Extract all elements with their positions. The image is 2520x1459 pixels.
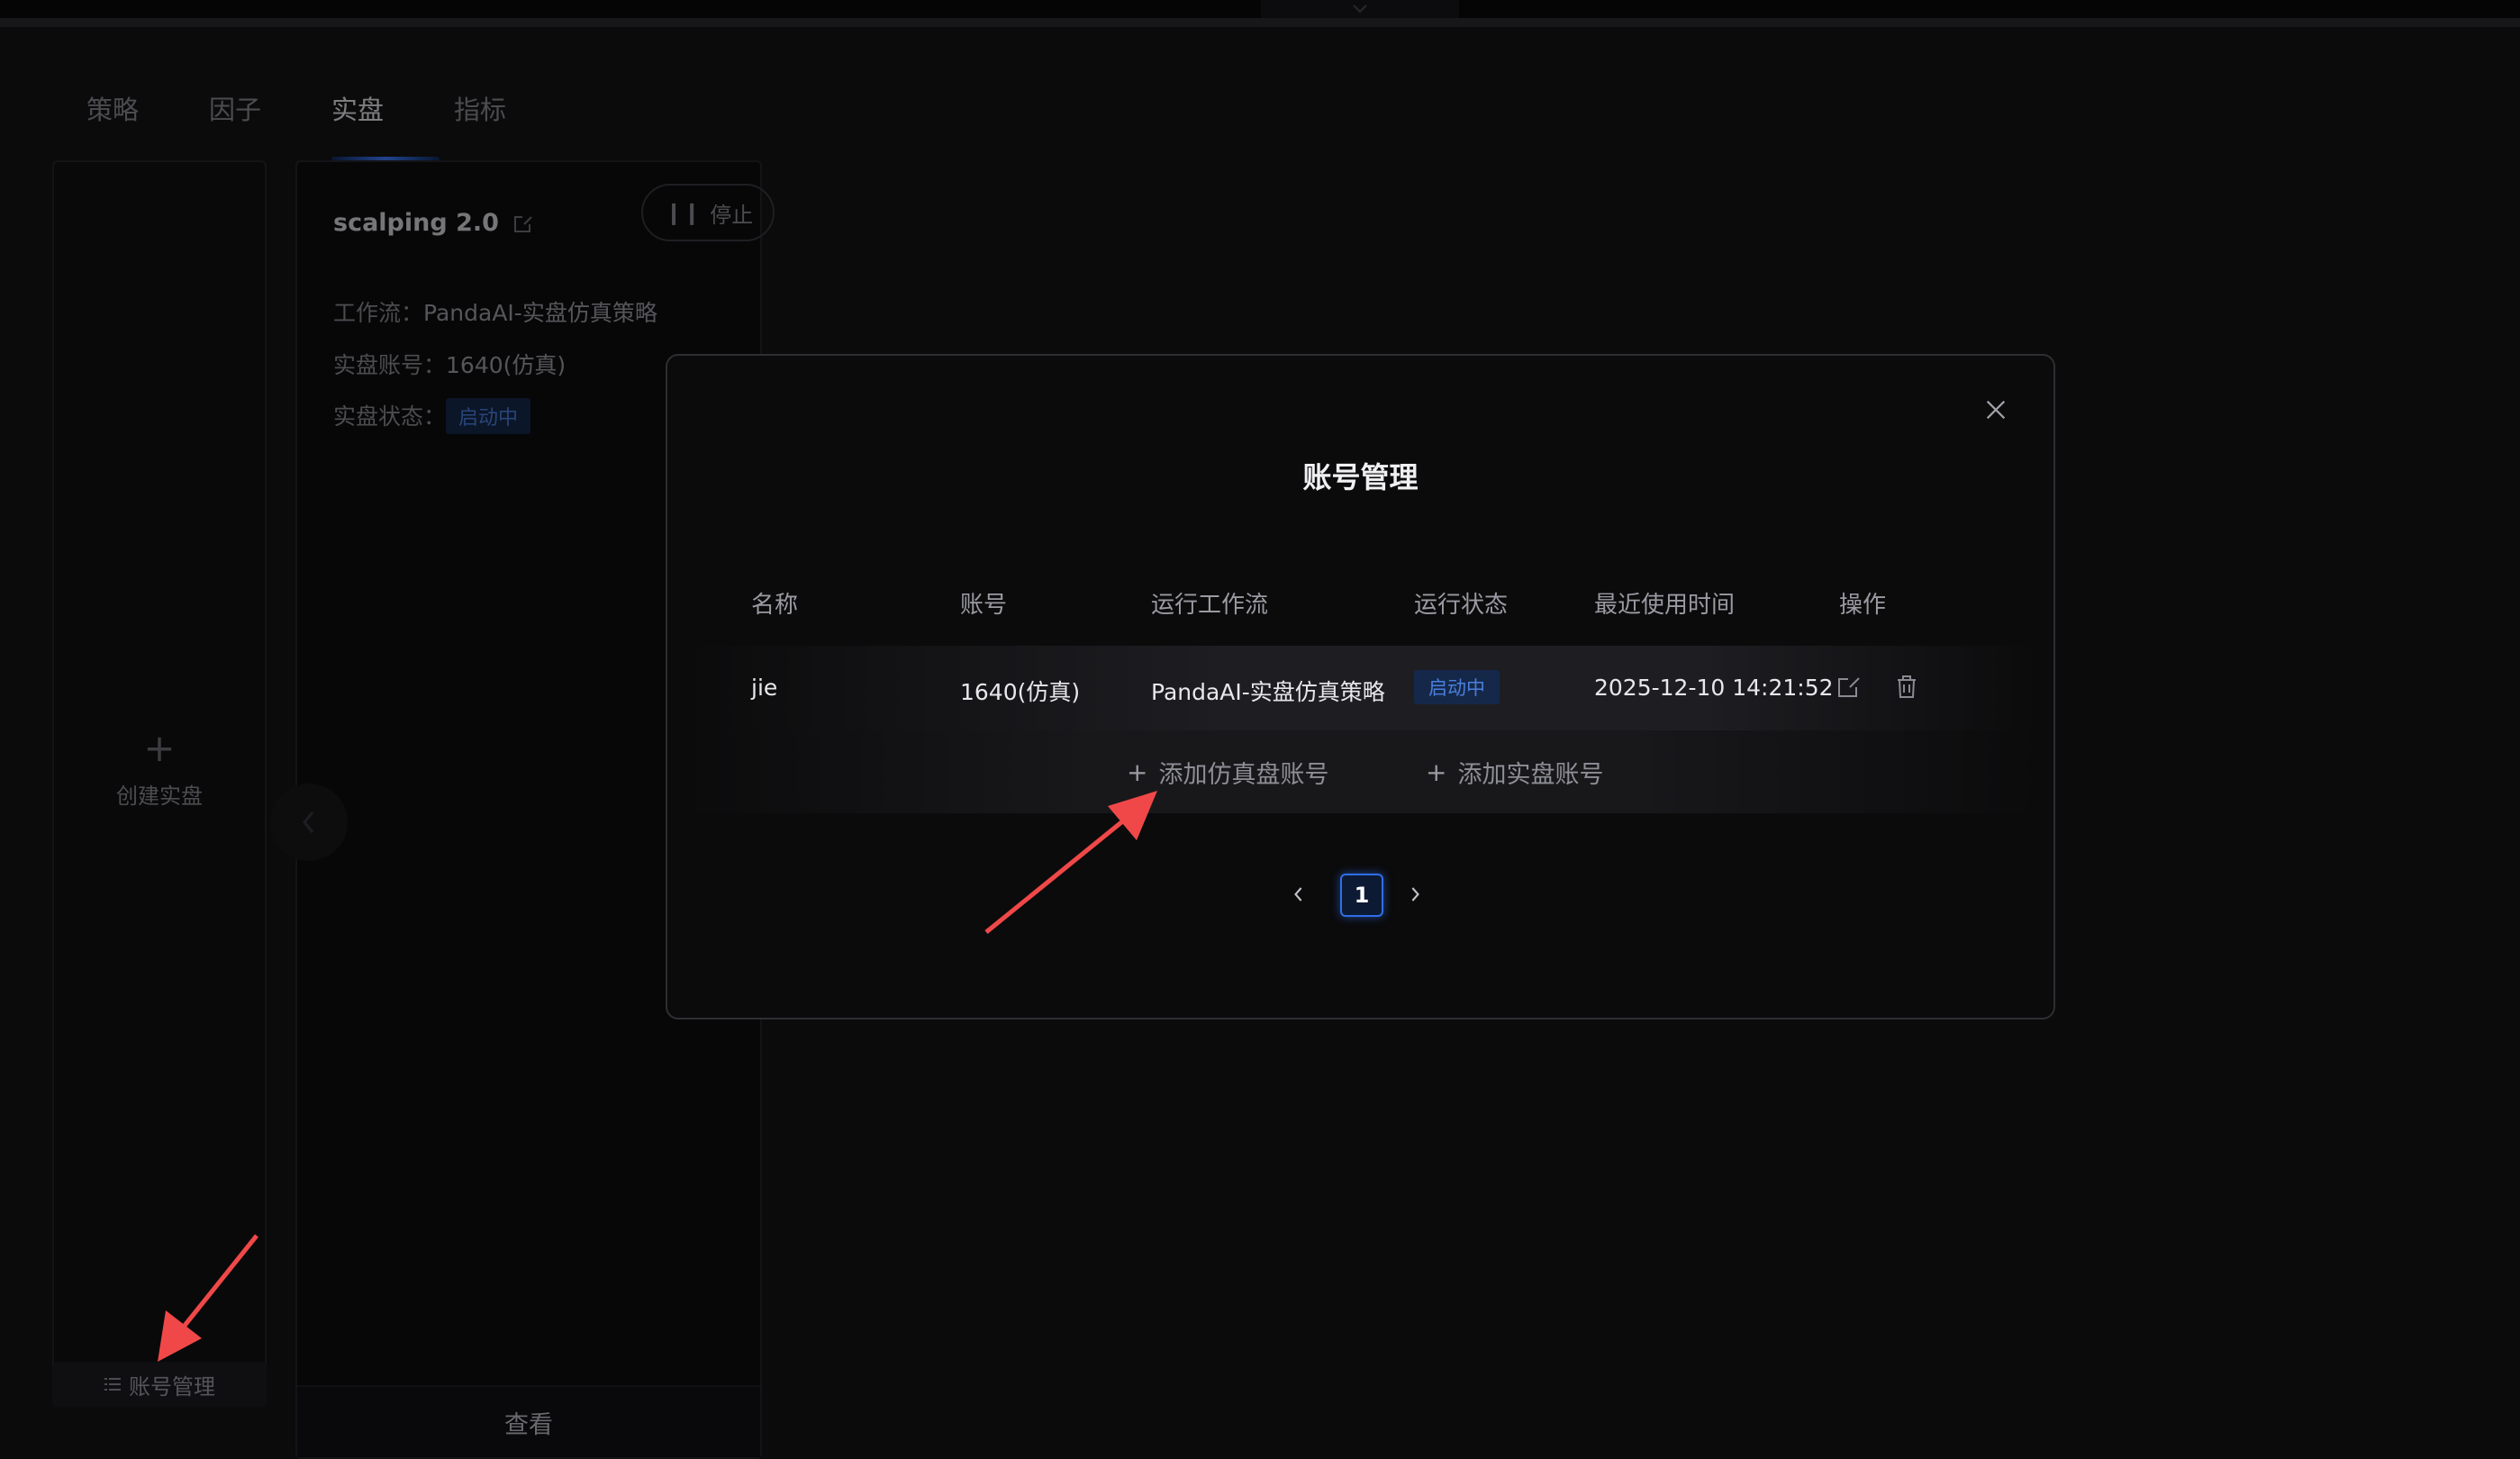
cell-status-badge: 启动中 [1414,670,1500,704]
column-header-status: 运行状态 [1414,592,1509,619]
edit-icon[interactable] [1836,673,1863,700]
cell-account: 1640(仿真) [960,679,1081,705]
add-account-row [685,730,2039,813]
close-button[interactable] [1978,392,2014,428]
cell-workflow: PandaAI-实盘仿真策略 [1151,679,1385,705]
add-real-account-button[interactable]: + 添加实盘账号 [1426,755,1603,790]
column-header-actions: 操作 [1839,592,1887,619]
trash-icon[interactable] [1893,673,1920,700]
plus-icon: + [1127,757,1148,787]
column-header-name: 名称 [751,592,799,619]
add-real-account-label: 添加实盘账号 [1457,761,1604,789]
page-button-current[interactable]: 1 [1340,874,1383,917]
column-header-workflow: 运行工作流 [1151,592,1269,619]
cell-last-used: 2025-12-10 14:21:52 [1594,675,1834,701]
cell-name: jie [751,675,778,701]
close-icon [1986,400,2006,420]
modal-title: 账号管理 [1302,460,1419,494]
account-management-modal: 账号管理 名称 账号 运行工作流 运行状态 最近使用时间 操作 jie 1640… [666,354,2055,1019]
pagination: 1 [667,874,2053,919]
column-header-account: 账号 [960,592,1008,619]
chevron-left-icon [1294,887,1302,902]
add-sim-account-button[interactable]: + 添加仿真盘账号 [1127,755,1328,790]
column-header-last-used: 最近使用时间 [1594,592,1736,619]
prev-page-button[interactable] [1285,881,1312,908]
chevron-right-icon [1411,887,1419,902]
add-sim-account-label: 添加仿真盘账号 [1158,761,1329,789]
plus-icon: + [1426,757,1447,787]
next-page-button[interactable] [1401,881,1428,908]
